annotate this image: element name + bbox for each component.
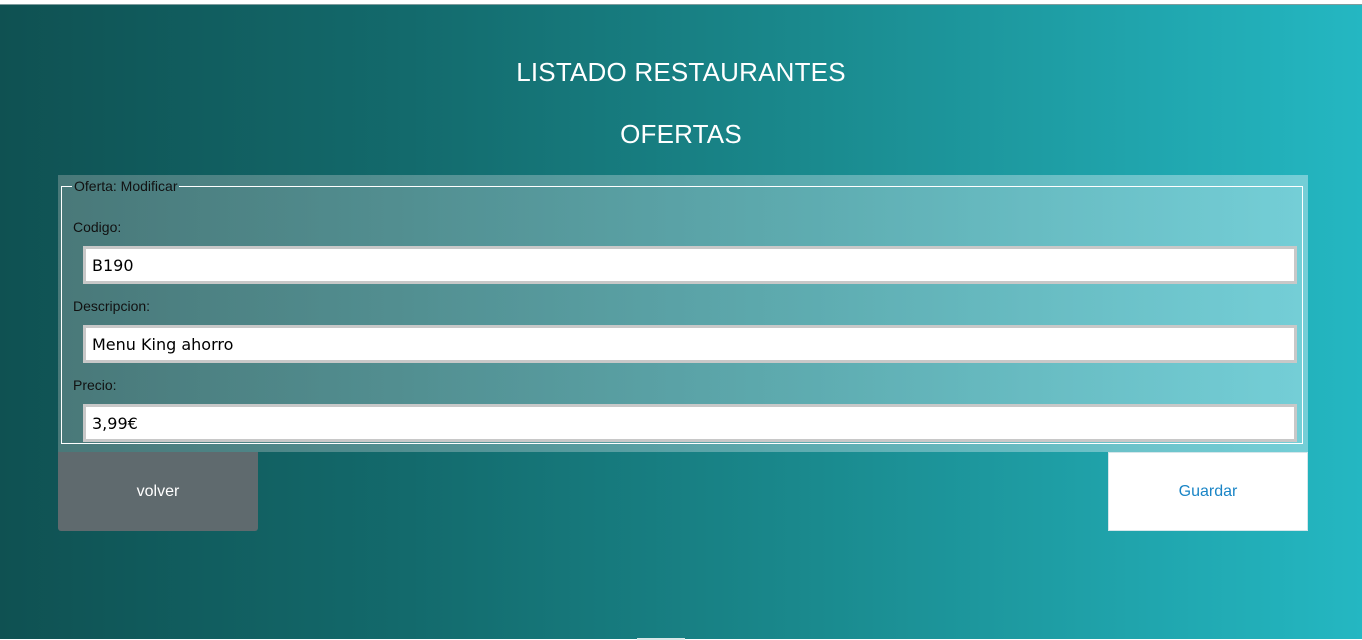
- descripcion-input[interactable]: [83, 325, 1297, 363]
- descripcion-label: Descripcion:: [73, 298, 151, 314]
- precio-label: Precio:: [73, 377, 117, 393]
- codigo-label: Codigo:: [73, 219, 122, 235]
- form-legend: Oferta: Modificar: [74, 178, 178, 194]
- precio-input[interactable]: [83, 404, 1297, 442]
- offer-fieldset: Oferta: Modificar Codigo: Descripcion: P…: [61, 178, 1303, 444]
- page-background: LISTADO RESTAURANTES OFERTAS Oferta: Mod…: [0, 4, 1362, 640]
- page-title: LISTADO RESTAURANTES: [516, 57, 846, 87]
- save-button[interactable]: Guardar: [1108, 452, 1308, 531]
- offer-form-panel: Oferta: Modificar Codigo: Descripcion: P…: [58, 175, 1308, 452]
- back-button[interactable]: volver: [58, 452, 258, 531]
- codigo-input[interactable]: [83, 246, 1297, 284]
- section-title: OFERTAS: [620, 119, 742, 149]
